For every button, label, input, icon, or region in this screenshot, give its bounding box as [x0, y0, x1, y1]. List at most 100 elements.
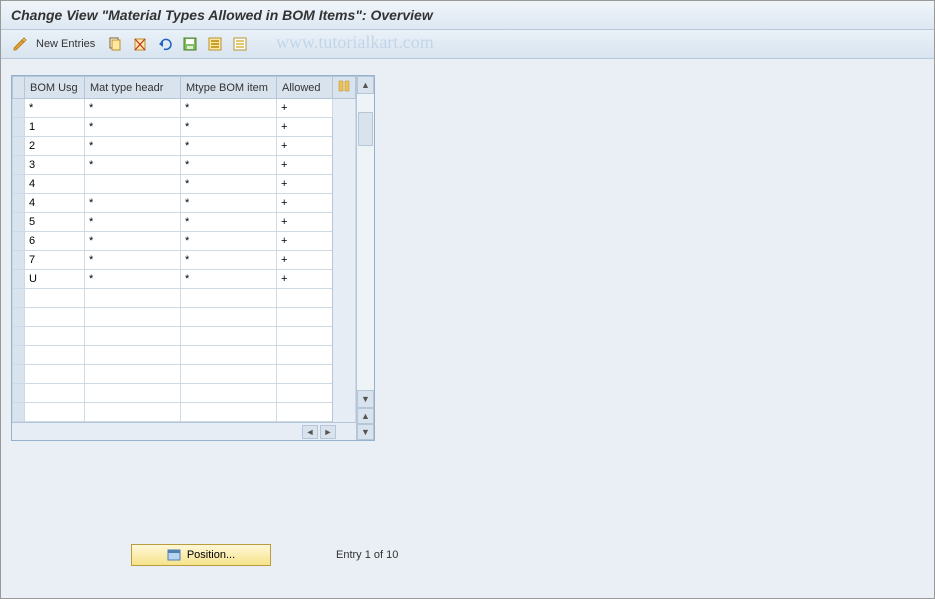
cell-mattypeheadr[interactable]	[85, 403, 181, 422]
cell-bomusg[interactable]: *	[25, 99, 85, 118]
cell-mattypeheadr[interactable]: *	[85, 270, 181, 289]
cell-allowed[interactable]: +	[277, 213, 333, 232]
cell-mattypeheadr[interactable]: *	[85, 251, 181, 270]
cell-mattypeheadr[interactable]	[85, 308, 181, 327]
cell-mattypeheadr[interactable]: *	[85, 99, 181, 118]
cell-bomusg[interactable]: 7	[25, 251, 85, 270]
row-selector[interactable]	[13, 251, 25, 270]
row-selector[interactable]	[13, 289, 25, 308]
cell-mtypebomitem[interactable]: *	[181, 194, 277, 213]
cell-mattypeheadr[interactable]	[85, 365, 181, 384]
row-selector[interactable]	[13, 99, 25, 118]
cell-allowed[interactable]: +	[277, 270, 333, 289]
cell-mtypebomitem[interactable]: *	[181, 156, 277, 175]
save-variant-icon[interactable]	[179, 34, 201, 54]
cell-bomusg[interactable]	[25, 403, 85, 422]
cell-mattypeheadr[interactable]: *	[85, 156, 181, 175]
cell-mtypebomitem[interactable]	[181, 384, 277, 403]
copy-icon[interactable]	[104, 34, 126, 54]
cell-mtypebomitem[interactable]: *	[181, 99, 277, 118]
row-selector[interactable]	[13, 403, 25, 422]
cell-bomusg[interactable]: 1	[25, 118, 85, 137]
cell-bomusg[interactable]	[25, 384, 85, 403]
cell-mattypeheadr[interactable]: *	[85, 118, 181, 137]
row-selector[interactable]	[13, 346, 25, 365]
cell-mattypeheadr[interactable]: *	[85, 137, 181, 156]
col-header-mattypeheadr[interactable]: Mat type headr	[85, 77, 181, 99]
cell-bomusg[interactable]	[25, 327, 85, 346]
select-all-icon[interactable]	[204, 34, 226, 54]
col-header-allowed[interactable]: Allowed	[277, 77, 333, 99]
cell-mattypeheadr[interactable]	[85, 289, 181, 308]
cell-bomusg[interactable]: 3	[25, 156, 85, 175]
row-selector[interactable]	[13, 384, 25, 403]
cell-mtypebomitem[interactable]: *	[181, 118, 277, 137]
change-icon[interactable]	[9, 34, 31, 54]
cell-allowed[interactable]	[277, 308, 333, 327]
cell-mattypeheadr[interactable]	[85, 346, 181, 365]
new-entries-button[interactable]: New Entries	[34, 38, 101, 50]
row-selector[interactable]	[13, 137, 25, 156]
cell-mattypeheadr[interactable]: *	[85, 194, 181, 213]
cell-bomusg[interactable]: 6	[25, 232, 85, 251]
cell-mtypebomitem[interactable]: *	[181, 251, 277, 270]
deselect-all-icon[interactable]	[229, 34, 251, 54]
row-selector[interactable]	[13, 194, 25, 213]
undo-icon[interactable]	[154, 34, 176, 54]
scroll-track[interactable]	[357, 94, 374, 390]
cell-allowed[interactable]: +	[277, 251, 333, 270]
cell-bomusg[interactable]	[25, 289, 85, 308]
row-selector[interactable]	[13, 327, 25, 346]
row-selector[interactable]	[13, 118, 25, 137]
row-selector[interactable]	[13, 308, 25, 327]
row-selector[interactable]	[13, 232, 25, 251]
scroll-down2-icon[interactable]: ▼	[357, 424, 374, 440]
row-selector[interactable]	[13, 270, 25, 289]
scroll-left-icon[interactable]: ◄	[302, 425, 318, 439]
position-button[interactable]: Position...	[131, 544, 271, 566]
cell-mtypebomitem[interactable]	[181, 365, 277, 384]
cell-bomusg[interactable]: 4	[25, 194, 85, 213]
cell-bomusg[interactable]: 2	[25, 137, 85, 156]
cell-allowed[interactable]	[277, 365, 333, 384]
cell-allowed[interactable]: +	[277, 137, 333, 156]
cell-mattypeheadr[interactable]	[85, 384, 181, 403]
cell-allowed[interactable]	[277, 384, 333, 403]
cell-mtypebomitem[interactable]	[181, 327, 277, 346]
cell-allowed[interactable]: +	[277, 99, 333, 118]
cell-allowed[interactable]	[277, 289, 333, 308]
cell-allowed[interactable]: +	[277, 156, 333, 175]
cell-bomusg[interactable]: U	[25, 270, 85, 289]
cell-mtypebomitem[interactable]: *	[181, 270, 277, 289]
cell-mtypebomitem[interactable]: *	[181, 232, 277, 251]
cell-allowed[interactable]: +	[277, 175, 333, 194]
cell-mattypeheadr[interactable]	[85, 175, 181, 194]
cell-mtypebomitem[interactable]	[181, 289, 277, 308]
cell-bomusg[interactable]: 4	[25, 175, 85, 194]
row-selector-header[interactable]	[13, 77, 25, 99]
cell-mattypeheadr[interactable]: *	[85, 232, 181, 251]
cell-mtypebomitem[interactable]: *	[181, 213, 277, 232]
col-header-bomusg[interactable]: BOM Usg	[25, 77, 85, 99]
cell-mtypebomitem[interactable]	[181, 403, 277, 422]
cell-allowed[interactable]	[277, 327, 333, 346]
scroll-up2-icon[interactable]: ▲	[357, 408, 374, 424]
cell-mattypeheadr[interactable]	[85, 327, 181, 346]
configure-columns-icon[interactable]	[333, 77, 356, 99]
cell-mtypebomitem[interactable]	[181, 308, 277, 327]
cell-bomusg[interactable]	[25, 365, 85, 384]
delete-icon[interactable]	[129, 34, 151, 54]
cell-allowed[interactable]: +	[277, 194, 333, 213]
scroll-up-icon[interactable]: ▲	[357, 76, 374, 94]
cell-bomusg[interactable]	[25, 308, 85, 327]
cell-mtypebomitem[interactable]: *	[181, 137, 277, 156]
scroll-right-icon[interactable]: ►	[320, 425, 336, 439]
scroll-thumb[interactable]	[358, 112, 373, 146]
cell-mtypebomitem[interactable]: *	[181, 175, 277, 194]
cell-allowed[interactable]	[277, 403, 333, 422]
cell-allowed[interactable]: +	[277, 118, 333, 137]
cell-allowed[interactable]	[277, 346, 333, 365]
cell-bomusg[interactable]	[25, 346, 85, 365]
cell-bomusg[interactable]: 5	[25, 213, 85, 232]
row-selector[interactable]	[13, 156, 25, 175]
